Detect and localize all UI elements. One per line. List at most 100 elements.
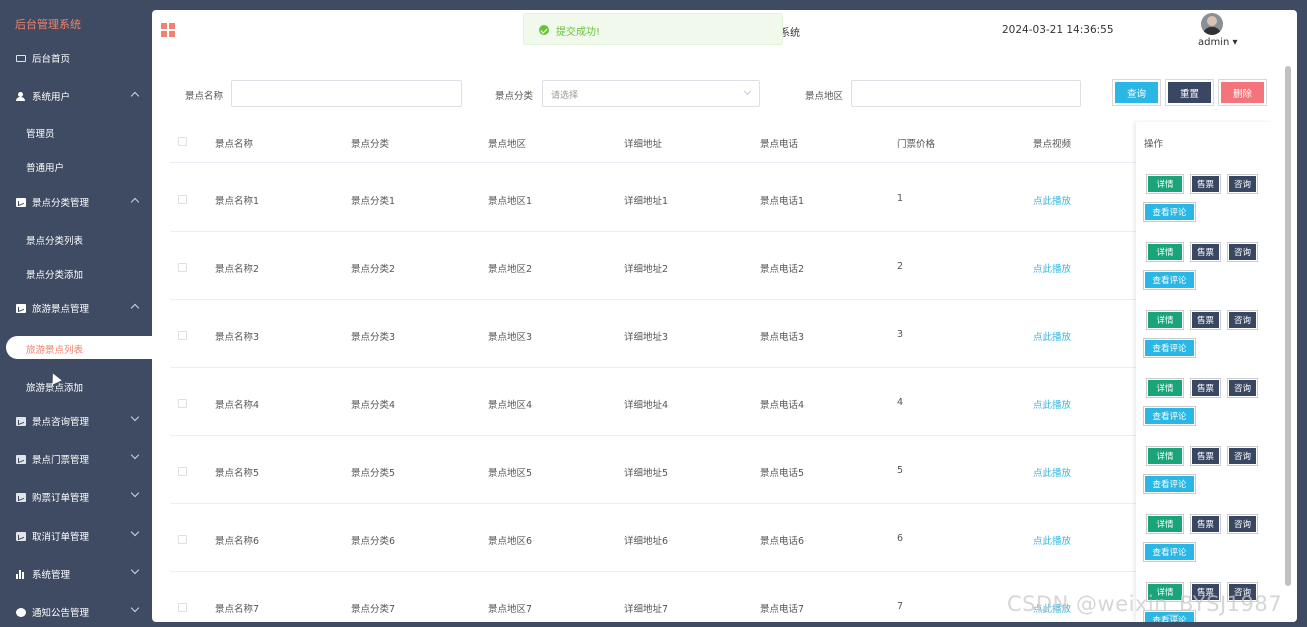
sidebar-subitem-category-list[interactable]: 景点分类列表	[26, 233, 83, 247]
cell-region: 景点地区5	[488, 468, 533, 479]
cell-phone: 景点电话4	[760, 400, 805, 411]
vertical-scrollbar[interactable]	[1285, 66, 1291, 586]
query-button[interactable]: 查询	[1113, 80, 1160, 105]
row-checkbox[interactable]	[178, 399, 187, 408]
cell-video[interactable]: 点此播放	[1033, 397, 1071, 411]
ticket-button[interactable]: 售票	[1191, 175, 1220, 193]
row-checkbox[interactable]	[178, 467, 187, 476]
ticket-button[interactable]: 售票	[1191, 515, 1220, 533]
ticket-button[interactable]: 售票	[1191, 379, 1220, 397]
row-checkbox[interactable]	[178, 331, 187, 340]
row-checkbox[interactable]	[178, 263, 187, 272]
detail-button[interactable]: 详情	[1147, 175, 1183, 193]
detail-button[interactable]: 详情	[1147, 447, 1183, 465]
avatar[interactable]	[1201, 13, 1223, 35]
actions-column: 操作 详情 售票 咨询 查看评论 详情 售票 咨询 查看评论 详情 售票 咨询 查看评论 详情 售票 咨询查…	[1136, 122, 1273, 622]
cell-category: 景点分类4	[351, 400, 396, 411]
sidebar-item-consult-mgmt[interactable]: 景点咨询管理	[0, 411, 152, 431]
chevron-down-icon	[130, 412, 140, 422]
view-reviews-button[interactable]: 查看评论	[1144, 407, 1195, 425]
view-reviews-button[interactable]: 查看评论	[1144, 339, 1195, 357]
cell-region: 景点地区4	[488, 400, 533, 411]
reset-button[interactable]: 重置	[1166, 80, 1213, 105]
row-checkbox[interactable]	[178, 195, 187, 204]
category-select[interactable]: 请选择	[542, 80, 760, 107]
sidebar-item-label: 通知公告管理	[32, 608, 90, 619]
username: admin	[1198, 37, 1230, 48]
success-toast: 提交成功!	[523, 13, 783, 45]
cell-name: 景点名称1	[215, 196, 260, 207]
sidebar-item-label: 景点门票管理	[32, 455, 90, 466]
chevron-down-icon	[130, 488, 140, 498]
sidebar-subitem-attraction-list[interactable]: 旅游景点列表	[6, 336, 152, 359]
cell-price: 3	[897, 329, 904, 340]
ticket-button[interactable]: 售票	[1191, 447, 1220, 465]
notice-icon	[16, 607, 26, 617]
cell-category: 景点分类7	[351, 604, 396, 615]
detail-button[interactable]: 详情	[1147, 515, 1183, 533]
col-header-price: 门票价格	[897, 139, 936, 150]
cell-region: 景点地区2	[488, 264, 533, 275]
chevron-up-icon	[130, 303, 140, 313]
detail-button[interactable]: 详情	[1147, 379, 1183, 397]
sidebar-item-home[interactable]: 后台首页	[0, 48, 152, 68]
col-header-category: 景点分类	[351, 139, 390, 150]
monitor-icon	[16, 54, 26, 62]
delete-button[interactable]: 删除	[1219, 80, 1266, 105]
consult-button[interactable]: 咨询	[1228, 311, 1257, 329]
row-checkbox[interactable]	[178, 535, 187, 544]
cell-name: 景点名称6	[215, 536, 260, 547]
select-all-checkbox[interactable]	[178, 137, 187, 146]
consult-button[interactable]: 咨询	[1228, 379, 1257, 397]
sidebar-item-label: 系统用户	[32, 92, 71, 103]
sidebar-item-attraction-mgmt[interactable]: 旅游景点管理	[0, 298, 152, 318]
cell-video[interactable]: 点此播放	[1033, 261, 1071, 275]
ticket-button[interactable]: 售票	[1191, 243, 1220, 261]
cell-phone: 景点电话3	[760, 332, 805, 343]
row-checkbox[interactable]	[178, 603, 187, 612]
sidebar-item-system-mgmt[interactable]: 系统管理	[0, 564, 152, 584]
view-reviews-button[interactable]: 查看评论	[1144, 203, 1195, 221]
cell-address: 详细地址3	[624, 332, 669, 343]
view-reviews-button[interactable]: 查看评论	[1144, 271, 1195, 289]
cell-video[interactable]: 点此播放	[1033, 329, 1071, 343]
chevron-down-icon	[743, 87, 752, 96]
consult-button[interactable]: 咨询	[1228, 175, 1257, 193]
view-reviews-button[interactable]: 查看评论	[1144, 543, 1195, 561]
sidebar-item-category-mgmt[interactable]: 景点分类管理	[0, 192, 152, 212]
sidebar-item-ticket-mgmt[interactable]: 景点门票管理	[0, 449, 152, 469]
sidebar-item-cancel-mgmt[interactable]: 取消订单管理	[0, 526, 152, 546]
cell-price: 4	[897, 397, 904, 408]
consult-button[interactable]: 咨询	[1228, 243, 1257, 261]
chevron-down-icon	[130, 565, 140, 575]
cell-region: 景点地区1	[488, 196, 533, 207]
detail-button[interactable]: 详情	[1147, 243, 1183, 261]
sidebar-item-notice-mgmt[interactable]: 通知公告管理	[0, 602, 152, 622]
sidebar-subitem-admins[interactable]: 管理员	[26, 126, 55, 140]
cell-video[interactable]: 点此播放	[1033, 533, 1071, 547]
cell-region: 景点地区7	[488, 604, 533, 615]
sidebar-item-label: 旅游景点列表	[26, 345, 84, 356]
cell-video[interactable]: 点此播放	[1033, 465, 1071, 479]
row-divider	[170, 299, 1272, 300]
sidebar-item-system-users[interactable]: 系统用户	[0, 86, 152, 106]
region-input[interactable]	[851, 80, 1081, 107]
category-label: 景点分类	[495, 91, 534, 102]
consult-button[interactable]: 咨询	[1228, 515, 1257, 533]
check-circle-icon	[539, 25, 549, 35]
sidebar-item-label: 购票订单管理	[32, 493, 90, 504]
name-input[interactable]	[231, 80, 462, 107]
sidebar-subitem-normal-users[interactable]: 普通用户	[26, 160, 64, 174]
sidebar-item-order-mgmt[interactable]: 购票订单管理	[0, 487, 152, 507]
detail-button[interactable]: 详情	[1147, 311, 1183, 329]
ticket-button[interactable]: 售票	[1191, 311, 1220, 329]
sidebar-subitem-category-add[interactable]: 景点分类添加	[26, 267, 83, 281]
consult-button[interactable]: 咨询	[1228, 447, 1257, 465]
cell-video[interactable]: 点此播放	[1033, 193, 1071, 207]
cell-phone: 景点电话2	[760, 264, 805, 275]
chevron-down-icon	[130, 603, 140, 613]
chevron-up-icon	[130, 91, 140, 101]
view-reviews-button[interactable]: 查看评论	[1144, 475, 1195, 493]
user-menu[interactable]: admin ▾	[1198, 37, 1238, 48]
menu-grid-icon[interactable]	[161, 23, 175, 37]
